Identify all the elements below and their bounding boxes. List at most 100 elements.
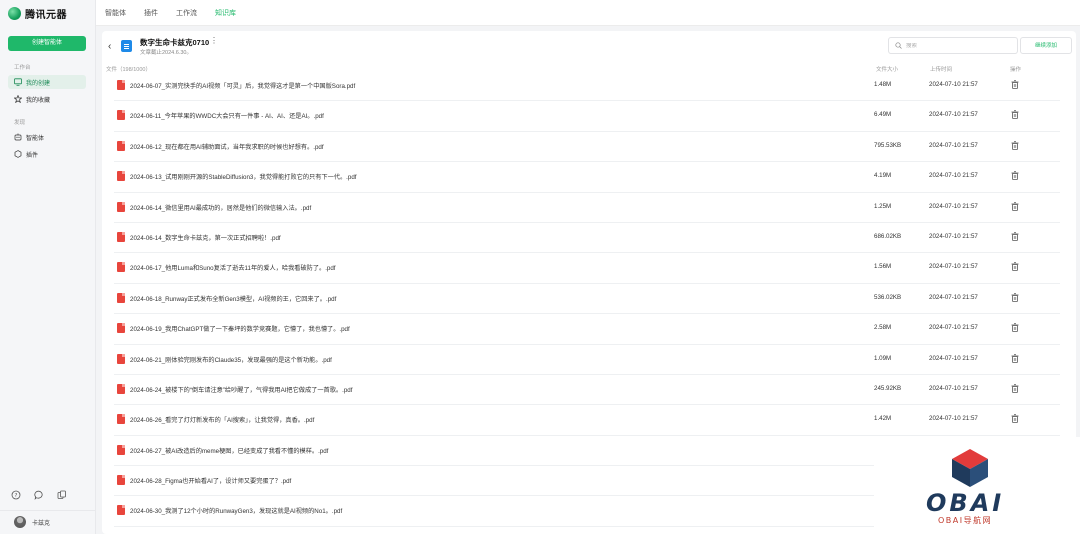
upload-time: 2024-07-10 21:57 — [929, 172, 978, 180]
sidebar-item-label: 我的创建 — [26, 80, 51, 87]
pdf-icon — [117, 353, 125, 364]
upload-time: 2024-07-10 21:57 — [929, 384, 978, 392]
file-name[interactable]: 2024-06-12_现在都在用AI辅助面试，当年我求职的时候也好想有。.pdf — [130, 142, 324, 151]
file-name[interactable]: 2024-06-30_我测了12个小时的RunwayGen3，发现这就是AI视频… — [130, 506, 342, 515]
user-profile[interactable]: 卡兹克 — [14, 516, 50, 528]
delete-icon[interactable] — [1011, 262, 1019, 272]
delete-icon[interactable] — [1011, 353, 1019, 363]
pdf-icon — [117, 505, 125, 516]
delete-icon[interactable] — [1011, 141, 1019, 150]
file-name[interactable]: 2024-06-26_看完了灯灯新发布的「AI搜索」，让我觉得，真香。.pdf — [130, 415, 314, 424]
delete-icon[interactable] — [1011, 414, 1019, 424]
page-title: 数字生命卡兹克0710 — [140, 38, 210, 47]
user-name: 卡兹克 — [32, 520, 51, 527]
file-size: 1.42M — [874, 415, 892, 423]
search-icon — [895, 42, 902, 49]
file-size: 2.58M — [874, 324, 892, 332]
table-row[interactable]: 2024-06-14_微信里用AI最成功的，居然是他们的微信输入法。.pdf 1.… — [114, 193, 1060, 223]
plugin-icon — [14, 150, 22, 158]
document-icon — [121, 40, 132, 52]
search-box[interactable] — [888, 37, 1018, 54]
file-name[interactable]: 2024-06-11_今年苹果的WWDC大会只有一件事 - AI、AI、还是AI… — [130, 111, 324, 120]
delete-icon[interactable] — [1011, 201, 1019, 211]
pdf-icon — [117, 292, 125, 303]
file-name[interactable]: 2024-06-17_他用Luma和Suno复活了逝去11年的爱人，哈我看破防了… — [130, 263, 336, 272]
cube-logo-icon — [952, 449, 988, 487]
file-name[interactable]: 2024-06-18_Runway正式发布全新Gen3模型，AI视频的王，它回来… — [130, 294, 336, 303]
pdf-icon — [117, 323, 125, 334]
tab-knowledge-base[interactable]: 知识库 — [215, 8, 236, 18]
tab-workflow[interactable]: 工作流 — [176, 8, 197, 18]
sidebar-divider — [0, 510, 96, 511]
brand-name: 腾讯元器 — [25, 10, 67, 21]
monitor-icon — [14, 78, 22, 86]
file-name[interactable]: 2024-06-21_刚体验完刚发布的Claude35，发现最强的是这个新功能。… — [130, 355, 332, 364]
table-row[interactable]: 2024-06-19_我用ChatGPT做了一下秦坪的数学竞赛题，它懵了，我也懵… — [114, 314, 1060, 345]
sidebar-item-plugins[interactable]: 插件 — [8, 147, 86, 161]
delete-icon[interactable] — [1011, 110, 1019, 120]
page-subtitle: 文章截止2024.6.30。 — [140, 50, 192, 56]
delete-icon[interactable] — [1011, 323, 1019, 333]
table-row[interactable]: 2024-06-12_现在都在用AI辅助面试，当年我求职的时候也好想有。.pdf… — [114, 132, 1060, 163]
brand[interactable]: 腾讯元器 — [8, 6, 67, 21]
file-size: 1.56M — [874, 263, 892, 271]
avatar — [14, 516, 26, 528]
watermark-sub-text: OBAI导航网 — [938, 516, 993, 525]
delete-icon[interactable] — [1011, 171, 1019, 181]
chat-icon[interactable] — [34, 490, 44, 500]
delete-icon[interactable] — [1011, 384, 1019, 393]
delete-icon[interactable] — [1011, 80, 1019, 89]
create-agent-button[interactable]: 创建智能体 — [8, 36, 86, 51]
table-row[interactable]: 2024-06-07_实测完快手的AI视频「可灵」后，我觉得这才是第一个中国版S… — [114, 71, 1060, 102]
file-name[interactable]: 2024-06-19_我用ChatGPT做了一下秦坪的数学竞赛题，它懵了，我也懵… — [130, 324, 350, 333]
delete-icon[interactable] — [1011, 293, 1019, 302]
upload-time: 2024-07-10 21:57 — [929, 293, 978, 301]
file-name[interactable]: 2024-06-28_Figma也开始看AI了，设计师又要完蛋了？.pdf — [130, 476, 291, 485]
upload-time: 2024-07-10 21:57 — [929, 141, 978, 149]
tab-plugins[interactable]: 插件 — [144, 8, 158, 18]
table-row[interactable]: 2024-06-14_数字生命卡兹克，第一次正式招聘啦！.pdf 686.02KB… — [114, 223, 1060, 254]
sidebar-item-agents[interactable]: 智能体 — [8, 130, 86, 144]
sidebar-item-my-created[interactable]: 我的创建 — [8, 75, 86, 89]
file-name[interactable]: 2024-06-14_数字生命卡兹克，第一次正式招聘啦！.pdf — [130, 233, 281, 242]
file-name[interactable]: 2024-06-27_被AI改造后的meme梗图，已经变成了我看不懂的模样。.p… — [130, 446, 328, 455]
file-size: 1.09M — [874, 354, 892, 362]
sidebar-item-label: 我的收藏 — [26, 97, 51, 104]
watermark: OBAI OBAI导航网 — [874, 437, 1080, 534]
file-size: 1.25M — [874, 202, 892, 210]
table-row[interactable]: 2024-06-24_被楼下的“倒车请注意”给吵醒了，气得我用AI把它做成了一首… — [114, 375, 1060, 406]
brand-logo-icon — [8, 7, 21, 20]
svg-text:?: ? — [15, 493, 18, 499]
tab-agents[interactable]: 智能体 — [105, 8, 126, 18]
more-options-icon[interactable]: ⋮ — [210, 36, 218, 45]
table-row[interactable]: 2024-06-18_Runway正式发布全新Gen3模型，AI视频的王，它回来… — [114, 284, 1060, 315]
file-name[interactable]: 2024-06-24_被楼下的“倒车请注意”给吵醒了，气得我用AI把它做成了一首… — [130, 385, 352, 394]
pdf-icon — [117, 201, 125, 212]
search-input[interactable] — [906, 42, 1006, 49]
star-icon — [14, 95, 22, 103]
table-row[interactable]: 2024-06-21_刚体验完刚发布的Claude35，发现最强的是这个新功能。… — [114, 345, 1060, 375]
table-row[interactable]: 2024-06-11_今年苹果的WWDC大会只有一件事 - AI、AI、还是AI… — [114, 101, 1060, 132]
file-name[interactable]: 2024-06-14_微信里用AI最成功的，居然是他们的微信输入法。.pdf — [130, 203, 311, 212]
pdf-icon — [117, 262, 125, 273]
file-name[interactable]: 2024-06-07_实测完快手的AI视频「可灵」后，我觉得这才是第一个中国版S… — [130, 81, 355, 90]
workspace-section-label: 工作台 — [14, 65, 31, 71]
upload-time: 2024-07-10 21:57 — [929, 232, 978, 240]
table-row[interactable]: 2024-06-17_他用Luma和Suno复活了逝去11年的爱人，哈我看破防了… — [114, 253, 1060, 284]
continue-add-button[interactable]: 继续添加 — [1020, 37, 1072, 54]
copy-icon[interactable] — [57, 490, 67, 500]
table-row[interactable]: 2024-06-13_试用刚刚开源的StableDiffusion3，我觉得能打… — [114, 162, 1060, 193]
file-size: 1.48M — [874, 81, 892, 88]
help-icon[interactable]: ? — [11, 490, 21, 500]
sidebar: 腾讯元器 创建智能体 工作台 我的创建 我的收藏 发现 智能体 插件 ? 卡兹克 — [0, 0, 96, 534]
table-row[interactable]: 2024-06-26_看完了灯灯新发布的「AI搜索」，让我觉得，真香。.pdf 1… — [114, 405, 1060, 436]
file-name[interactable]: 2024-06-13_试用刚刚开源的StableDiffusion3，我觉得能打… — [130, 172, 356, 181]
pdf-icon — [117, 414, 125, 425]
pdf-icon — [117, 171, 125, 182]
delete-icon[interactable] — [1011, 232, 1019, 241]
top-nav: 智能体 插件 工作流 知识库 — [96, 0, 1080, 26]
kb-header: ‹ 数字生命卡兹克0710 文章截止2024.6.30。 ⋮ 继续添加 — [102, 31, 1076, 63]
file-size: 795.53KB — [874, 141, 902, 149]
back-icon[interactable]: ‹ — [108, 41, 111, 52]
sidebar-item-my-favorites[interactable]: 我的收藏 — [8, 92, 86, 106]
